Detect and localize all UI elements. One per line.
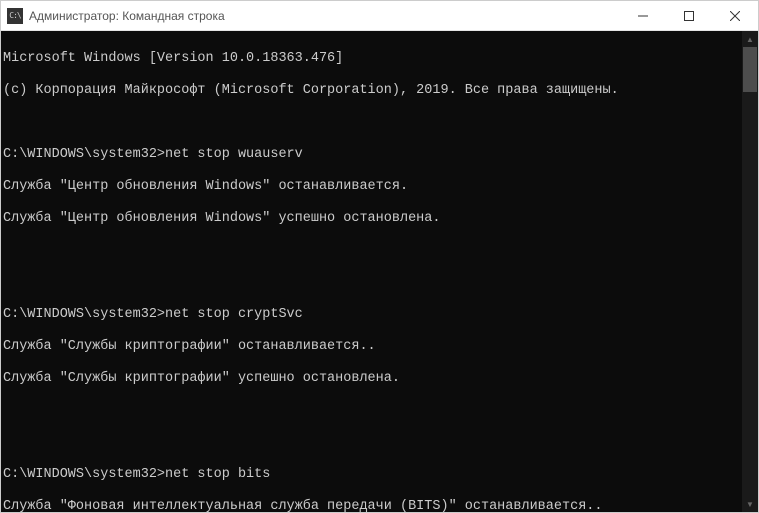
close-button[interactable] <box>712 1 758 30</box>
terminal-output[interactable]: Microsoft Windows [Version 10.0.18363.47… <box>1 31 742 512</box>
output-line: Служба "Службы криптографии" успешно ост… <box>3 371 740 387</box>
command-line: C:\WINDOWS\system32>net stop wuauserv <box>3 147 740 163</box>
scroll-down-arrow[interactable]: ▼ <box>742 496 758 512</box>
prompt: C:\WINDOWS\system32> <box>3 307 165 322</box>
version-line: Microsoft Windows [Version 10.0.18363.47… <box>3 51 740 67</box>
command-text: net stop wuauserv <box>165 147 303 162</box>
command-text: net stop cryptSvc <box>165 307 303 322</box>
scrollbar-track[interactable] <box>742 47 758 496</box>
titlebar[interactable]: C:\ Администратор: Командная строка <box>1 1 758 31</box>
blank-line <box>3 115 740 131</box>
maximize-button[interactable] <box>666 1 712 30</box>
command-text: net stop bits <box>165 467 270 482</box>
scroll-up-arrow[interactable]: ▲ <box>742 31 758 47</box>
output-line: Служба "Фоновая интеллектуальная служба … <box>3 499 740 512</box>
window-title: Администратор: Командная строка <box>29 9 225 23</box>
command-line: C:\WINDOWS\system32>net stop cryptSvc <box>3 307 740 323</box>
command-line: C:\WINDOWS\system32>net stop bits <box>3 467 740 483</box>
cmd-window: C:\ Администратор: Командная строка Micr… <box>0 0 759 513</box>
output-line: Служба "Центр обновления Windows" успешн… <box>3 211 740 227</box>
blank-line <box>3 243 740 259</box>
terminal-area: Microsoft Windows [Version 10.0.18363.47… <box>1 31 758 512</box>
blank-line <box>3 435 740 451</box>
copyright-line: (c) Корпорация Майкрософт (Microsoft Cor… <box>3 83 740 99</box>
output-line: Служба "Службы криптографии" останавлива… <box>3 339 740 355</box>
blank-line <box>3 275 740 291</box>
minimize-button[interactable] <box>620 1 666 30</box>
cmd-icon: C:\ <box>7 8 23 24</box>
prompt: C:\WINDOWS\system32> <box>3 147 165 162</box>
window-controls <box>620 1 758 30</box>
scrollbar-thumb[interactable] <box>743 47 757 92</box>
titlebar-left: C:\ Администратор: Командная строка <box>1 8 225 24</box>
blank-line <box>3 403 740 419</box>
output-line: Служба "Центр обновления Windows" остана… <box>3 179 740 195</box>
vertical-scrollbar[interactable]: ▲ ▼ <box>742 31 758 512</box>
prompt: C:\WINDOWS\system32> <box>3 467 165 482</box>
